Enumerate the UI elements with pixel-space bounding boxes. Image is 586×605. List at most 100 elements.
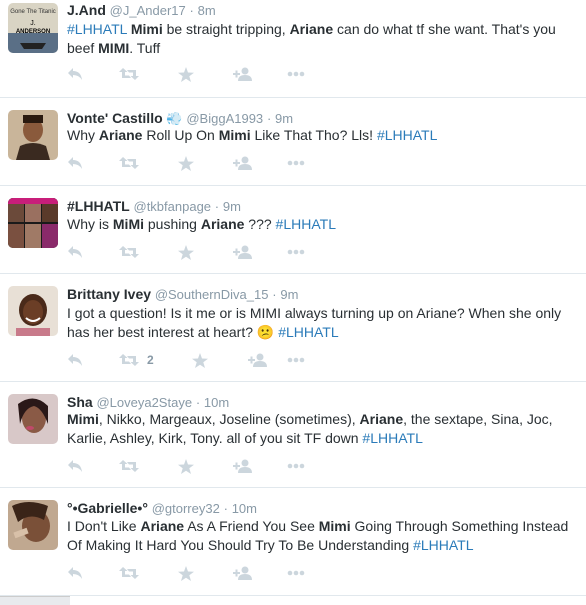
favorite-icon <box>178 565 194 581</box>
avatar[interactable] <box>8 286 58 336</box>
avatar[interactable] <box>8 500 58 550</box>
more-action[interactable] <box>287 66 305 82</box>
reply-action[interactable] <box>67 244 83 260</box>
reply-icon <box>67 353 83 367</box>
more-action[interactable] <box>287 458 305 474</box>
username[interactable]: @tkbfanpage <box>134 199 212 214</box>
hashtag-link[interactable]: #LHHATL <box>278 324 338 340</box>
tweet-text-segment: be straight tripping, <box>162 21 290 37</box>
favorite-action[interactable] <box>192 352 208 368</box>
hashtag-link[interactable]: #LHHATL <box>276 216 336 232</box>
retweet-action[interactable] <box>119 66 139 82</box>
retweet-icon <box>119 353 139 367</box>
fullname[interactable]: #LHHATL <box>67 198 130 214</box>
retweet-action[interactable] <box>119 458 139 474</box>
reply-icon <box>67 156 83 170</box>
highlight-text: Mimi <box>218 127 251 143</box>
more-action[interactable] <box>287 565 305 581</box>
highlight-text: Mimi <box>318 518 351 534</box>
follow-action[interactable] <box>233 155 253 171</box>
username[interactable]: @SouthernDiva_15 <box>155 287 269 302</box>
more-action[interactable] <box>287 155 305 171</box>
tweet-text-segment: Why is <box>67 216 113 232</box>
retweet-icon <box>119 156 139 170</box>
avatar[interactable] <box>8 394 58 444</box>
avatar-text: Gone The Titanic <box>10 9 56 15</box>
username[interactable]: @gtorrey32 <box>152 501 220 516</box>
hashtag-link[interactable]: #LHHATL <box>377 127 437 143</box>
follow-icon <box>233 459 253 473</box>
reply-icon <box>67 459 83 473</box>
username[interactable]: @Loveya2Staye <box>96 395 192 410</box>
tweet: Sha @Loveya2Staye · 10m Mimi, Nikko, Mar… <box>0 382 586 488</box>
hashtag-link[interactable]: #LHHATL <box>413 537 473 553</box>
tweet: Gone The Titanic J. ANDERSON J.And @J_An… <box>0 0 586 98</box>
fullname[interactable]: Vonte' Castillo <box>67 110 163 126</box>
tweet-text-segment: Why <box>67 127 99 143</box>
avatar[interactable]: Gone The Titanic J. ANDERSON <box>8 3 58 53</box>
tweet-text: Mimi, Nikko, Margeaux, Joseline (sometim… <box>67 410 576 448</box>
follow-action[interactable] <box>233 244 253 260</box>
favorite-action[interactable] <box>178 565 194 581</box>
avatar-text: ANDERSON <box>16 29 50 35</box>
timestamp[interactable]: 10m <box>204 395 229 410</box>
reply-action[interactable] <box>67 66 83 82</box>
tweet-feed: Gone The Titanic J. ANDERSON J.And @J_An… <box>0 0 586 605</box>
follow-action[interactable] <box>233 66 253 82</box>
fullname[interactable]: °•Gabrielle•° <box>67 500 148 516</box>
username[interactable]: @J_Ander17 <box>110 3 186 18</box>
avatar[interactable] <box>8 198 58 248</box>
follow-action[interactable] <box>233 458 253 474</box>
retweet-count: 2 <box>147 353 154 367</box>
hashtag-link[interactable]: #LHHATL <box>362 430 422 446</box>
reply-action[interactable] <box>67 155 83 171</box>
retweet-action[interactable] <box>119 155 139 171</box>
badge: 💨 <box>166 111 183 126</box>
timestamp[interactable]: 9m <box>280 287 298 302</box>
follow-action[interactable] <box>233 565 253 581</box>
retweet-action[interactable] <box>119 244 139 260</box>
favorite-action[interactable] <box>178 244 194 260</box>
reply-action[interactable] <box>67 565 83 581</box>
fullname[interactable]: Brittany Ivey <box>67 286 151 302</box>
tweet-text-segment: Like That Tho? Lls! <box>250 127 377 143</box>
retweet-icon <box>119 459 139 473</box>
tweet-text: #LHHATL Mimi be straight tripping, Arian… <box>67 20 576 58</box>
timestamp[interactable]: 8m <box>198 3 216 18</box>
more-action[interactable] <box>287 352 305 368</box>
tweet-text-segment: I Don't Like <box>67 518 141 534</box>
highlight-text: Ariane <box>200 216 245 232</box>
username[interactable]: @BiggA1993 <box>186 111 263 126</box>
tweet-header: Brittany Ivey @SouthernDiva_15 · 9m <box>67 286 298 302</box>
timestamp[interactable]: 10m <box>232 501 257 516</box>
follow-icon <box>233 245 253 259</box>
favorite-action[interactable] <box>178 66 194 82</box>
reply-action[interactable] <box>67 352 83 368</box>
follow-action[interactable] <box>248 352 268 368</box>
retweet-action[interactable] <box>119 565 139 581</box>
tweet: Brittany Ivey @SouthernDiva_15 · 9m I go… <box>0 274 586 382</box>
scrollbar-stub[interactable] <box>0 596 70 605</box>
fullname[interactable]: J.And <box>67 2 106 18</box>
avatar[interactable] <box>8 110 58 160</box>
reply-action[interactable] <box>67 458 83 474</box>
follow-icon <box>233 156 253 170</box>
timestamp[interactable]: 9m <box>223 199 241 214</box>
more-action[interactable] <box>287 244 305 260</box>
highlight-text: MIMI <box>98 40 130 56</box>
separator: · <box>223 501 228 516</box>
tweet-text-segment: Roll Up On <box>142 127 219 143</box>
timestamp[interactable]: 9m <box>275 111 293 126</box>
more-icon <box>287 249 305 255</box>
retweet-icon <box>119 67 139 81</box>
fullname[interactable]: Sha <box>67 394 93 410</box>
separator: · <box>266 111 272 126</box>
retweet-action[interactable]: 2 <box>119 352 154 368</box>
tweet: °•Gabrielle•° @gtorrey32 · 10m I Don't L… <box>0 488 586 596</box>
favorite-action[interactable] <box>178 155 194 171</box>
tweet-header: Vonte' Castillo 💨 @BiggA1993 · 9m <box>67 110 293 127</box>
tweet-text-segment: pushing <box>144 216 201 232</box>
hashtag-link[interactable]: #LHHATL <box>67 21 127 37</box>
favorite-action[interactable] <box>178 458 194 474</box>
reply-icon <box>67 67 83 81</box>
